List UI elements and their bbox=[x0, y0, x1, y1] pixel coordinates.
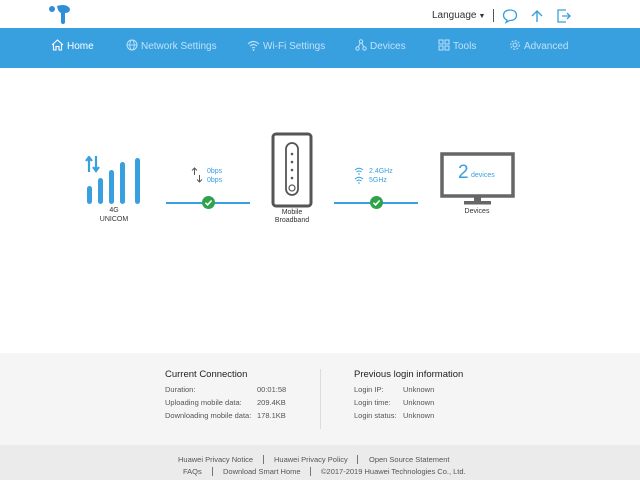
footer: Huawei Privacy Notice Huawei Privacy Pol… bbox=[0, 445, 640, 480]
upload-rate: 0bps bbox=[207, 168, 223, 175]
router-label-line1: Mobile bbox=[281, 209, 303, 216]
info-divider bbox=[320, 369, 321, 429]
home-icon bbox=[51, 39, 64, 51]
privacy-policy-link[interactable]: Huawei Privacy Policy bbox=[274, 455, 348, 464]
check-icon bbox=[370, 196, 383, 209]
status-diagram: 4G UNICOM 0bps 0bps Mobile Broadband 2.4… bbox=[0, 68, 640, 353]
upload-icon[interactable] bbox=[529, 8, 545, 24]
wifi-band-1-icon bbox=[354, 167, 364, 175]
connection-info-panel: Current Connection Duration: 00:01:58 Up… bbox=[0, 353, 640, 445]
wifi-band-1: 2.4GHz bbox=[369, 168, 393, 175]
uploading-data-value: 209.4KB bbox=[257, 398, 286, 407]
signal-strength-icon bbox=[85, 156, 140, 204]
caret-down-icon: ▼ bbox=[478, 13, 486, 20]
wifi-band-2-icon bbox=[354, 176, 364, 184]
operator-name: UNICOM bbox=[99, 216, 129, 223]
login-ip-label: Login IP: bbox=[354, 385, 384, 394]
faqs-link[interactable]: FAQs bbox=[183, 467, 202, 476]
up-down-arrows-icon bbox=[191, 167, 203, 183]
login-status-label: Login status: bbox=[354, 411, 397, 420]
login-time-label: Login time: bbox=[354, 398, 391, 407]
monitor-icon bbox=[440, 152, 515, 205]
header-divider bbox=[493, 9, 494, 22]
main-nav: Home Network Settings Wi-Fi Settings Dev… bbox=[0, 28, 640, 68]
network-type: 4G bbox=[109, 207, 119, 214]
tools-icon bbox=[438, 39, 450, 51]
top-bar: Language ▼ bbox=[0, 0, 640, 28]
footer-separator bbox=[263, 455, 264, 464]
check-icon bbox=[202, 196, 215, 209]
downloading-data-label: Downloading mobile data: bbox=[165, 411, 252, 420]
footer-separator bbox=[212, 467, 213, 476]
copyright: ©2017-2019 Huawei Technologies Co., Ltd. bbox=[321, 467, 466, 476]
downloading-data-value: 178.1KB bbox=[257, 411, 286, 420]
previous-login-title: Previous login information bbox=[354, 369, 464, 380]
language-label: Language bbox=[432, 10, 477, 21]
duration-label: Duration: bbox=[165, 385, 196, 394]
connected-devices-monitor[interactable]: 2 devices bbox=[440, 152, 515, 206]
gear-icon bbox=[510, 40, 520, 51]
current-connection-title: Current Connection bbox=[165, 369, 248, 380]
download-rate: 0bps bbox=[207, 177, 223, 184]
nav-devices[interactable]: Devices bbox=[355, 28, 406, 68]
footer-separator bbox=[357, 455, 358, 464]
login-status-value: Unknown bbox=[403, 411, 435, 420]
device-unit: devices bbox=[471, 172, 495, 179]
nav-wifi-settings[interactable]: Wi-Fi Settings bbox=[247, 28, 325, 68]
login-ip-value: Unknown bbox=[403, 385, 435, 394]
footer-separator bbox=[310, 467, 311, 476]
message-icon[interactable] bbox=[502, 8, 518, 24]
login-time-value: Unknown bbox=[403, 398, 435, 407]
duration-value: 00:01:58 bbox=[257, 385, 287, 394]
language-selector[interactable]: Language ▼ bbox=[432, 10, 485, 21]
nav-tools[interactable]: Tools bbox=[438, 28, 476, 68]
device-count: 2 bbox=[458, 162, 469, 183]
devices-icon bbox=[355, 39, 367, 52]
brand-logo bbox=[49, 5, 70, 24]
devices-label: Devices bbox=[464, 208, 490, 215]
open-source-link[interactable]: Open Source Statement bbox=[369, 455, 449, 464]
router-icon bbox=[271, 132, 313, 208]
nav-network-settings[interactable]: Network Settings bbox=[126, 28, 217, 68]
uploading-data-label: Uploading mobile data: bbox=[165, 398, 242, 407]
download-smart-home-link[interactable]: Download Smart Home bbox=[223, 467, 301, 476]
nav-advanced[interactable]: Advanced bbox=[509, 28, 568, 68]
logout-icon[interactable] bbox=[556, 8, 572, 24]
router-label-line2: Broadband bbox=[274, 217, 310, 224]
wifi-icon bbox=[247, 40, 260, 51]
privacy-notice-link[interactable]: Huawei Privacy Notice bbox=[178, 455, 253, 464]
nav-home[interactable]: Home bbox=[51, 28, 94, 68]
globe-icon bbox=[126, 39, 138, 51]
wifi-band-2: 5GHz bbox=[369, 177, 387, 184]
